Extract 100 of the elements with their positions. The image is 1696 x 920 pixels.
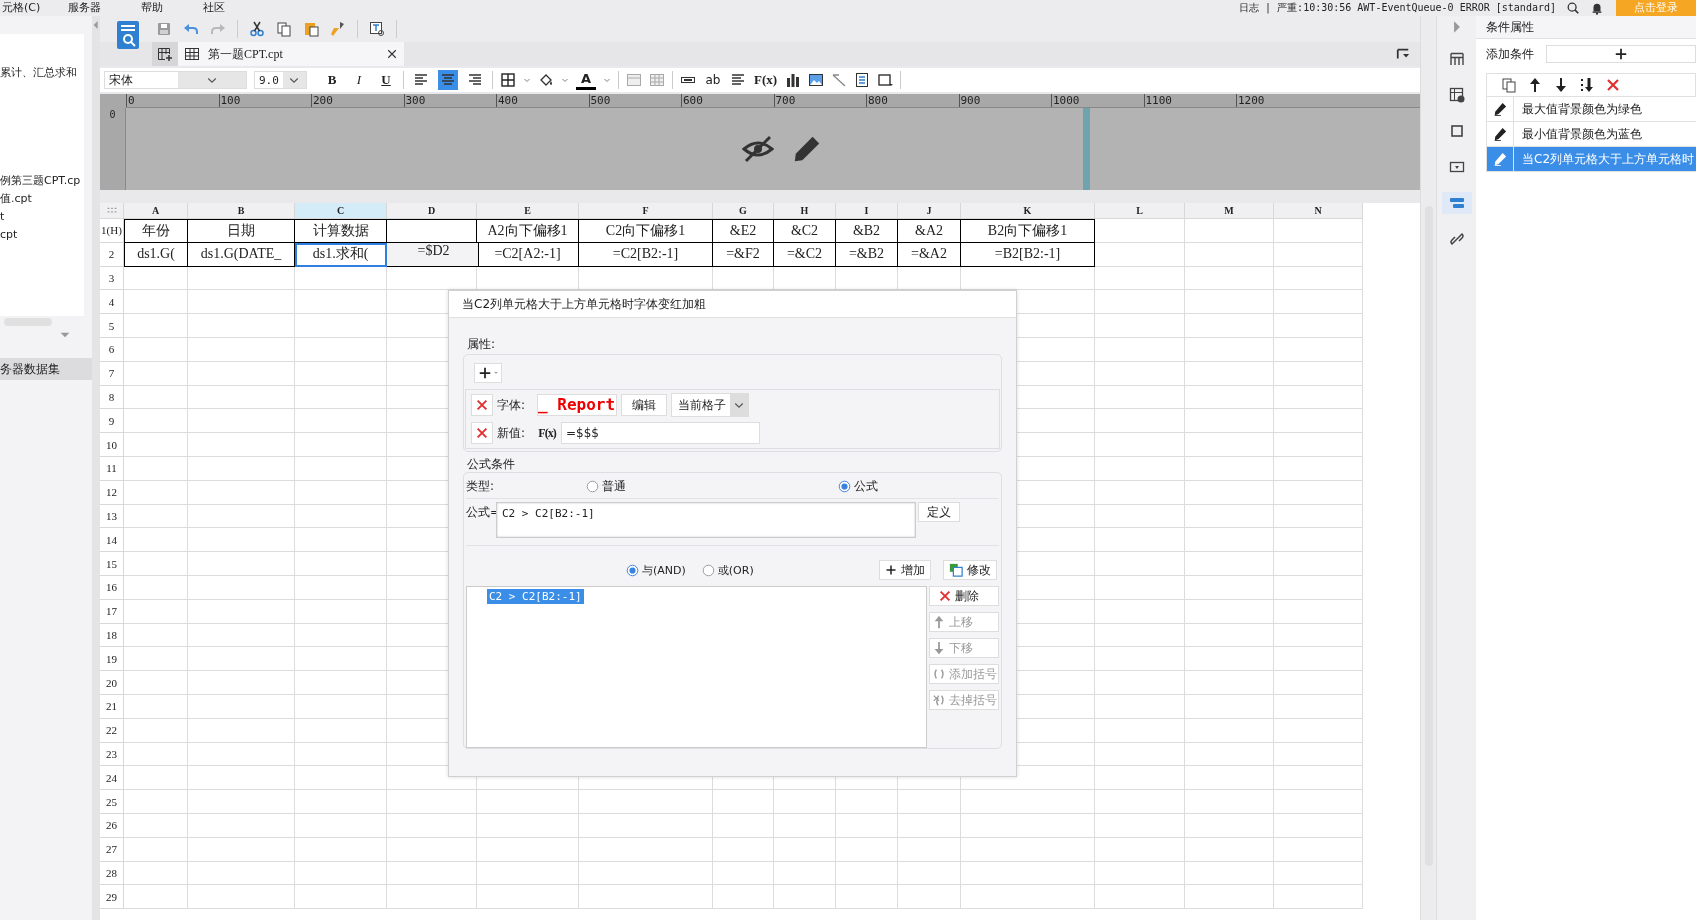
- table-cell[interactable]: =C2[A2:-1]: [477, 242, 579, 267]
- merge-cells-icon[interactable]: [626, 72, 642, 88]
- column-header[interactable]: L: [1095, 203, 1185, 219]
- redo-icon[interactable]: [210, 21, 226, 37]
- move-bottom-icon[interactable]: [1579, 77, 1595, 93]
- remove-button[interactable]: [471, 394, 493, 416]
- table-cell[interactable]: =B2[B2:-1]: [961, 242, 1095, 267]
- row-header[interactable]: 11: [100, 456, 124, 481]
- bell-icon[interactable]: [1590, 1, 1604, 15]
- file-item[interactable]: 累计、汇总求和: [0, 64, 84, 82]
- text-tool-button[interactable]: ab: [703, 70, 723, 90]
- column-header[interactable]: N: [1274, 203, 1363, 219]
- table-cell[interactable]: [387, 219, 477, 243]
- file-tab[interactable]: 第一题CPT.cpt: [178, 42, 404, 66]
- column-header[interactable]: E: [477, 203, 579, 219]
- edit-button[interactable]: 编辑: [621, 394, 667, 416]
- modify-button[interactable]: 修改: [943, 560, 997, 580]
- table-cell[interactable]: ds1.G(DATE_: [188, 242, 295, 267]
- table-cell[interactable]: C2向下偏移1: [579, 219, 713, 243]
- row-header[interactable]: 28: [100, 861, 124, 886]
- split-cells-icon[interactable]: [649, 72, 665, 88]
- column-header[interactable]: J: [898, 203, 961, 219]
- row-header[interactable]: 3: [100, 266, 124, 291]
- collapse-arrow-icon[interactable]: [92, 18, 100, 32]
- table-cell[interactable]: B2向下偏移1: [961, 219, 1095, 243]
- column-header[interactable]: H: [774, 203, 836, 219]
- row-header[interactable]: 13: [100, 504, 124, 529]
- table-cell[interactable]: &E2: [713, 219, 774, 243]
- caret-icon[interactable]: [603, 76, 611, 84]
- table-cell[interactable]: 年份: [124, 219, 188, 243]
- menu-item[interactable]: 社区: [201, 1, 226, 15]
- cell-info-icon[interactable]: [1448, 87, 1465, 103]
- copy-icon[interactable]: [1501, 77, 1517, 93]
- table-cell[interactable]: 计算数据: [295, 219, 387, 243]
- condition-item[interactable]: 最大值背景颜色为绿色: [1487, 97, 1696, 122]
- row-header[interactable]: 14: [100, 528, 124, 553]
- row-header[interactable]: 18: [100, 623, 124, 648]
- column-header[interactable]: A: [124, 203, 188, 219]
- row-header[interactable]: 25: [100, 790, 124, 814]
- widget-icon[interactable]: [1448, 159, 1465, 175]
- table-cell[interactable]: ds1.求和(: [295, 242, 387, 267]
- image-icon[interactable]: [808, 72, 825, 88]
- menu-item[interactable]: 元格(C): [0, 1, 41, 15]
- row-header[interactable]: 22: [100, 718, 124, 743]
- condition-item[interactable]: 最小值背景颜色为蓝色: [1487, 122, 1696, 147]
- file-item[interactable]: 例第三题CPT.cp: [0, 172, 84, 190]
- align-center-button[interactable]: [438, 70, 458, 90]
- logic-radio[interactable]: 与(AND): [626, 562, 686, 578]
- table-cell[interactable]: A2向下偏移1: [477, 219, 579, 243]
- new-tab-button[interactable]: [152, 42, 178, 66]
- preview-icon[interactable]: [369, 21, 385, 37]
- row-header[interactable]: 27: [100, 837, 124, 862]
- hyperlink-icon[interactable]: [1448, 231, 1465, 247]
- define-button[interactable]: 定义: [918, 502, 960, 522]
- slash-icon[interactable]: [831, 72, 848, 88]
- row-header[interactable]: 2: [100, 242, 124, 267]
- menu-item[interactable]: 帮助: [139, 1, 164, 15]
- row-header[interactable]: 9: [100, 409, 124, 434]
- table-cell[interactable]: ds1.G(: [124, 242, 188, 267]
- logic-radio[interactable]: 或(OR): [701, 562, 754, 578]
- table-cell[interactable]: =&C2: [774, 242, 836, 267]
- frame-icon[interactable]: [877, 72, 894, 88]
- row-header[interactable]: 5: [100, 314, 124, 338]
- row-header[interactable]: 19: [100, 647, 124, 672]
- table-cell[interactable]: &A2: [898, 219, 961, 243]
- column-header[interactable]: B: [188, 203, 295, 219]
- table-cell[interactable]: =&F2: [713, 242, 774, 267]
- row-header[interactable]: 20: [100, 671, 124, 695]
- row-header[interactable]: 16: [100, 575, 124, 600]
- formula-button[interactable]: F(x): [753, 70, 779, 90]
- file-item[interactable]: t: [0, 208, 84, 226]
- row-header[interactable]: 12: [100, 480, 124, 505]
- underline-button[interactable]: U: [376, 70, 396, 90]
- row-header[interactable]: 21: [100, 694, 124, 719]
- caret-icon[interactable]: [561, 76, 569, 84]
- table-cell[interactable]: &B2: [836, 219, 898, 243]
- bold-button[interactable]: B: [322, 70, 342, 90]
- search-icon[interactable]: [1566, 1, 1580, 15]
- type-radio[interactable]: 普通: [586, 477, 626, 495]
- pencil-icon[interactable]: [792, 134, 822, 164]
- scope-select[interactable]: 当前格子: [671, 393, 749, 417]
- table-cell[interactable]: =$D2: [387, 242, 479, 267]
- column-header[interactable]: K: [961, 203, 1095, 219]
- table-layout-icon[interactable]: [1448, 51, 1465, 67]
- hidden-eye-icon[interactable]: [742, 133, 774, 165]
- lines-icon[interactable]: [730, 72, 746, 88]
- add-button[interactable]: 增加: [879, 560, 931, 580]
- row-header[interactable]: 26: [100, 813, 124, 838]
- row-header[interactable]: 29: [100, 885, 124, 910]
- remove-button[interactable]: [471, 422, 493, 444]
- dropdown-caret-icon[interactable]: [58, 330, 72, 340]
- move-up-icon[interactable]: [1527, 77, 1543, 93]
- close-icon[interactable]: [386, 48, 398, 60]
- menu-item[interactable]: 服务器: [66, 1, 102, 15]
- column-header[interactable]: F: [579, 203, 713, 219]
- border-icon[interactable]: [500, 72, 516, 88]
- row-header[interactable]: 23: [100, 742, 124, 767]
- caret-icon[interactable]: [523, 76, 531, 84]
- row-header[interactable]: 17: [100, 599, 124, 624]
- font-color-button[interactable]: A: [576, 70, 596, 90]
